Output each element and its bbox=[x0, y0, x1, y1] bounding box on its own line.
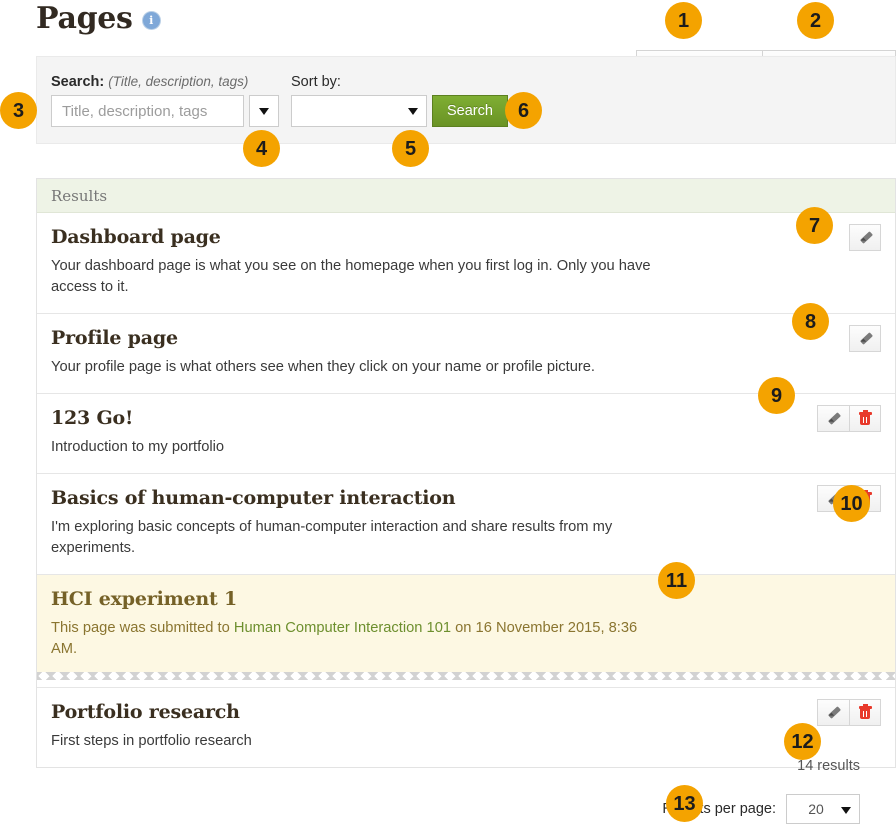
pencil-icon bbox=[858, 331, 873, 346]
search-label: Search: (Title, description, tags) bbox=[51, 74, 279, 90]
annotation-badge-13: 13 bbox=[666, 785, 703, 822]
results-count: 14 results bbox=[797, 758, 860, 774]
annotation-badge-9: 9 bbox=[758, 377, 795, 414]
submitted-group-link[interactable]: Human Computer Interaction 101 bbox=[234, 620, 451, 636]
search-label-hint: (Title, description, tags) bbox=[108, 74, 248, 89]
search-submit-button[interactable]: Search bbox=[432, 95, 508, 127]
page-link[interactable]: Basics of human-computer interaction bbox=[51, 487, 881, 510]
results-panel: Results Dashboard page Your dashboard pa… bbox=[36, 178, 896, 768]
trash-icon bbox=[859, 705, 872, 720]
page-description: First steps in portfolio research bbox=[51, 731, 661, 752]
table-row[interactable]: Dashboard page Your dashboard page is wh… bbox=[37, 213, 895, 314]
annotation-badge-8: 8 bbox=[792, 303, 829, 340]
pages-screen: Pages i + Create page Copy a page Search… bbox=[0, 0, 896, 832]
row-actions bbox=[817, 405, 881, 432]
annotation-badge-3: 3 bbox=[0, 92, 37, 129]
edit-page-button[interactable] bbox=[817, 699, 849, 726]
table-row-submitted[interactable]: HCI experiment 1 This page was submitted… bbox=[37, 575, 895, 672]
annotation-badge-5: 5 bbox=[392, 130, 429, 167]
search-options-dropdown-button[interactable] bbox=[249, 95, 279, 127]
annotation-badge-4: 4 bbox=[243, 130, 280, 167]
page-header: Pages i bbox=[36, 2, 160, 36]
page-link[interactable]: Profile page bbox=[51, 327, 881, 350]
page-link[interactable]: Dashboard page bbox=[51, 226, 881, 249]
edit-page-button[interactable] bbox=[849, 224, 881, 251]
results-panel-header: Results bbox=[37, 179, 895, 213]
chevron-down-icon bbox=[259, 108, 269, 115]
table-row[interactable]: Portfolio research First steps in portfo… bbox=[37, 688, 895, 767]
search-panel: Search: (Title, description, tags) Sort … bbox=[36, 56, 896, 144]
delete-page-button[interactable] bbox=[849, 699, 881, 726]
pencil-icon bbox=[826, 705, 841, 720]
page-link[interactable]: HCI experiment 1 bbox=[51, 588, 881, 611]
annotation-badge-11: 11 bbox=[658, 562, 695, 599]
trash-icon bbox=[859, 411, 872, 426]
search-input[interactable] bbox=[51, 95, 244, 127]
sort-by-label: Sort by: bbox=[291, 74, 508, 90]
page-description: Your dashboard page is what you see on t… bbox=[51, 256, 661, 298]
annotation-badge-10: 10 bbox=[833, 485, 870, 522]
info-icon[interactable]: i bbox=[143, 12, 160, 29]
page-link[interactable]: Portfolio research bbox=[51, 701, 881, 724]
submitted-row-torn-edge bbox=[37, 672, 895, 688]
results-per-page-select[interactable]: 20 bbox=[786, 794, 860, 824]
row-actions bbox=[849, 224, 881, 251]
delete-page-button[interactable] bbox=[849, 405, 881, 432]
table-row[interactable]: Basics of human-computer interaction I'm… bbox=[37, 474, 895, 575]
row-actions bbox=[849, 325, 881, 352]
page-description: I'm exploring basic concepts of human-co… bbox=[51, 517, 661, 559]
row-actions bbox=[817, 699, 881, 726]
annotation-badge-2: 2 bbox=[797, 2, 834, 39]
edit-page-button[interactable] bbox=[817, 405, 849, 432]
sort-field-group: Sort by: Search bbox=[291, 74, 508, 127]
chevron-down-icon bbox=[408, 108, 418, 115]
chevron-down-icon bbox=[841, 807, 851, 814]
page-description: Your profile page is what others see whe… bbox=[51, 357, 661, 378]
pencil-icon bbox=[826, 411, 841, 426]
annotation-badge-12: 12 bbox=[784, 723, 821, 760]
page-link[interactable]: 123 Go! bbox=[51, 407, 881, 430]
pencil-icon bbox=[858, 230, 873, 245]
edit-page-button[interactable] bbox=[849, 325, 881, 352]
submitted-prefix: This page was submitted to bbox=[51, 620, 234, 636]
page-submitted-notice: This page was submitted to Human Compute… bbox=[51, 618, 666, 660]
annotation-badge-6: 6 bbox=[505, 92, 542, 129]
search-label-strong: Search: bbox=[51, 74, 104, 90]
results-heading: Results bbox=[51, 187, 107, 205]
annotation-badge-1: 1 bbox=[665, 2, 702, 39]
annotation-badge-7: 7 bbox=[796, 207, 833, 244]
page-description: Introduction to my portfolio bbox=[51, 437, 661, 458]
search-field-group: Search: (Title, description, tags) bbox=[51, 74, 279, 127]
info-icon-letter: i bbox=[149, 15, 153, 26]
page-title: Pages bbox=[36, 2, 133, 36]
sort-by-select[interactable] bbox=[291, 95, 427, 127]
